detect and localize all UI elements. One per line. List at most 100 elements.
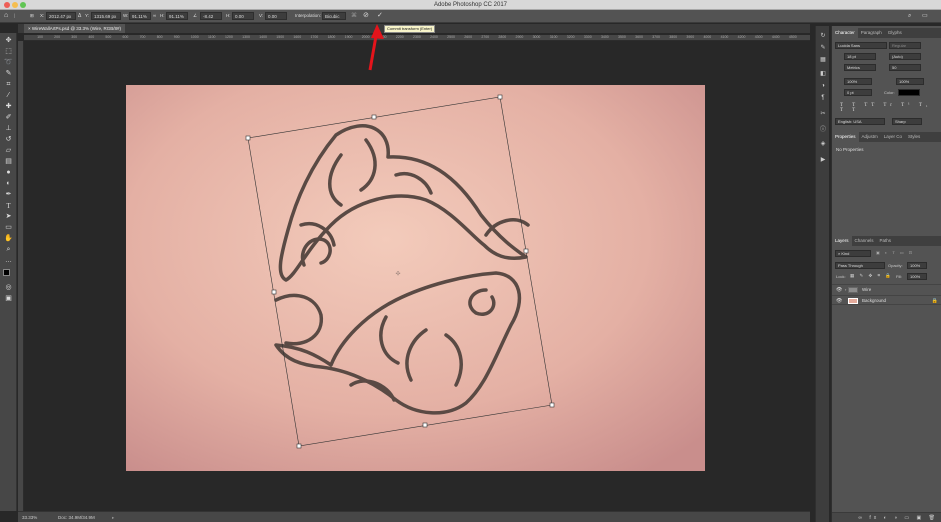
- font-size-field[interactable]: 18 pt: [844, 53, 876, 60]
- transform-handle-top-right[interactable]: [497, 94, 503, 100]
- transform-handle-bottom-left[interactable]: [296, 443, 302, 449]
- visibility-eye-icon[interactable]: 👁: [836, 296, 842, 306]
- layer-filter-select[interactable]: ⌕ Kind: [835, 250, 871, 257]
- delta-icon[interactable]: Δ: [78, 12, 81, 20]
- clone-stamp-tool-icon[interactable]: ⊥: [2, 124, 15, 134]
- transform-handle-bottom-right[interactable]: [549, 402, 555, 408]
- layer-name[interactable]: Background: [862, 296, 886, 306]
- layer-filter-icons[interactable]: ▣ ◐ T ▭ ⊡: [876, 250, 914, 255]
- marquee-tool-icon[interactable]: ⬚: [2, 47, 15, 57]
- horizontal-ruler[interactable]: 100 200 300 400 500 600 700 800 900 1000 1100 1200 1…: [24, 35, 810, 41]
- edit-toolbar-icon[interactable]: …: [2, 256, 15, 266]
- text-style-buttons[interactable]: T T TT Tr T¹ T₁ T T: [840, 103, 941, 113]
- baseline-shift-field[interactable]: 0 pt: [844, 89, 872, 96]
- crop-tool-icon[interactable]: ⌗: [2, 80, 15, 90]
- lasso-tool-icon[interactable]: ➰: [2, 58, 15, 68]
- hand-tool-icon[interactable]: ✋: [2, 234, 15, 244]
- document-canvas[interactable]: ⊹: [126, 85, 705, 471]
- info-panel-icon[interactable]: ⓘ: [819, 126, 827, 134]
- visibility-eye-icon[interactable]: 👁: [836, 285, 842, 295]
- move-tool-icon[interactable]: ✥: [2, 36, 15, 46]
- angle-field[interactable]: -8.42: [200, 12, 222, 20]
- shape-tool-icon[interactable]: ▭: [2, 223, 15, 233]
- gradient-tool-icon[interactable]: ▤: [2, 157, 15, 167]
- history-brush-tool-icon[interactable]: ↺: [2, 135, 15, 145]
- height-field[interactable]: 91.11%: [166, 12, 188, 20]
- width-field[interactable]: 91.11%: [129, 12, 151, 20]
- adjustments-panel-icon[interactable]: ◑: [819, 82, 827, 90]
- tab-properties[interactable]: Properties: [832, 132, 859, 142]
- transform-handle-left[interactable]: [271, 289, 277, 295]
- home-icon[interactable]: ⌂: [4, 12, 8, 20]
- vertical-skew-field[interactable]: 0.00: [265, 12, 287, 20]
- transform-handle-top-left[interactable]: [245, 135, 251, 141]
- interpolation-select[interactable]: Bicubic: [322, 12, 346, 20]
- vertical-scale-field[interactable]: 100%: [844, 78, 872, 85]
- lock-icons[interactable]: ▦ ✎ ✥ ⌗ 🔒: [850, 273, 893, 279]
- leading-field[interactable]: (Auto): [889, 53, 921, 60]
- transform-handle-bottom[interactable]: [422, 422, 428, 428]
- tracking-field[interactable]: 50: [889, 64, 921, 71]
- tab-layer-comps[interactable]: Layer Co: [881, 132, 905, 142]
- blend-mode-select[interactable]: Pass Through: [835, 262, 885, 269]
- document-tab[interactable]: × WireWallArtPs.psd @ 33.3% (Wire, RGB/8…: [24, 24, 126, 33]
- y-position-field[interactable]: 1315.69 px: [91, 12, 121, 20]
- foreground-color-swatch[interactable]: [3, 269, 10, 276]
- tab-channels[interactable]: Channels: [852, 236, 877, 246]
- link-icon[interactable]: ∞: [153, 12, 156, 20]
- vertical-ruler[interactable]: [18, 41, 24, 511]
- brush-settings-icon[interactable]: ✎: [819, 44, 827, 52]
- tab-paragraph[interactable]: Paragraph: [858, 28, 885, 38]
- transform-handle-top[interactable]: [371, 114, 377, 120]
- screen-mode-icon[interactable]: ▣: [2, 294, 15, 304]
- history-panel-icon[interactable]: ↻: [819, 32, 827, 40]
- layer-name[interactable]: Wire: [862, 285, 871, 295]
- 3d-panel-icon[interactable]: ◈: [819, 140, 827, 148]
- search-icon[interactable]: ⌕: [908, 12, 911, 20]
- brush-tool-icon[interactable]: ✐: [2, 113, 15, 123]
- antialias-select[interactable]: Sharp: [892, 118, 922, 125]
- layer-row-wire[interactable]: 👁 › Wire: [832, 284, 941, 294]
- eyedropper-tool-icon[interactable]: ⁄: [2, 91, 15, 101]
- actions-play-icon[interactable]: ▶: [819, 156, 827, 164]
- tab-paths[interactable]: Paths: [877, 236, 895, 246]
- quick-mask-icon[interactable]: ◎: [2, 283, 15, 293]
- eraser-tool-icon[interactable]: ▱: [2, 146, 15, 156]
- paragraph-styles-icon[interactable]: ¶: [819, 94, 827, 102]
- horizontal-scale-field[interactable]: 100%: [896, 78, 924, 85]
- language-select[interactable]: English: USA: [835, 118, 885, 125]
- healing-brush-tool-icon[interactable]: ✚: [2, 102, 15, 112]
- dodge-tool-icon[interactable]: ◐: [2, 179, 15, 189]
- tab-layers[interactable]: Layers: [832, 236, 852, 246]
- opacity-field[interactable]: 100%: [907, 262, 927, 269]
- transform-center-icon[interactable]: ⊹: [395, 270, 400, 277]
- zoom-level[interactable]: 33.33%: [22, 512, 37, 522]
- text-color-swatch[interactable]: [898, 89, 920, 96]
- group-expand-icon[interactable]: ›: [845, 285, 846, 295]
- quick-select-tool-icon[interactable]: ✎: [2, 69, 15, 79]
- warp-mode-icon[interactable]: ⌘: [351, 12, 357, 20]
- x-position-field[interactable]: 2012.47 px: [46, 12, 76, 20]
- pen-tool-icon[interactable]: ✒: [2, 190, 15, 200]
- tools-preset-icon[interactable]: ✂: [819, 110, 827, 118]
- tab-glyphs[interactable]: Glyphs: [885, 28, 905, 38]
- swatches-panel-icon[interactable]: ▦: [819, 56, 827, 64]
- path-selection-tool-icon[interactable]: ➤: [2, 212, 15, 222]
- tab-character[interactable]: Character: [832, 28, 858, 38]
- kerning-field[interactable]: Metrics: [844, 64, 876, 71]
- transform-handle-right[interactable]: [523, 248, 529, 254]
- reference-point-icon[interactable]: ⊞: [30, 12, 34, 20]
- horizontal-skew-field[interactable]: 0.00: [232, 12, 254, 20]
- commit-transform-icon[interactable]: ✓: [377, 12, 383, 20]
- zoom-tool-icon[interactable]: ⌕: [2, 245, 15, 255]
- font-style-select[interactable]: Regular: [889, 42, 921, 49]
- tab-adjustments[interactable]: Adjustm: [859, 132, 881, 142]
- type-tool-icon[interactable]: T: [2, 201, 15, 211]
- cancel-transform-icon[interactable]: ⊘: [363, 12, 369, 20]
- workspace-icon[interactable]: ▭: [922, 12, 928, 20]
- layers-footer-buttons[interactable]: ∞ fx ◐ ◑ ▭ ▣ 🗑: [832, 512, 941, 522]
- font-family-select[interactable]: Lucida Sans: [835, 42, 887, 49]
- fill-field[interactable]: 100%: [907, 273, 927, 280]
- layer-row-background[interactable]: 👁 Background 🔒: [832, 295, 941, 305]
- color-panel-icon[interactable]: ◧: [819, 70, 827, 78]
